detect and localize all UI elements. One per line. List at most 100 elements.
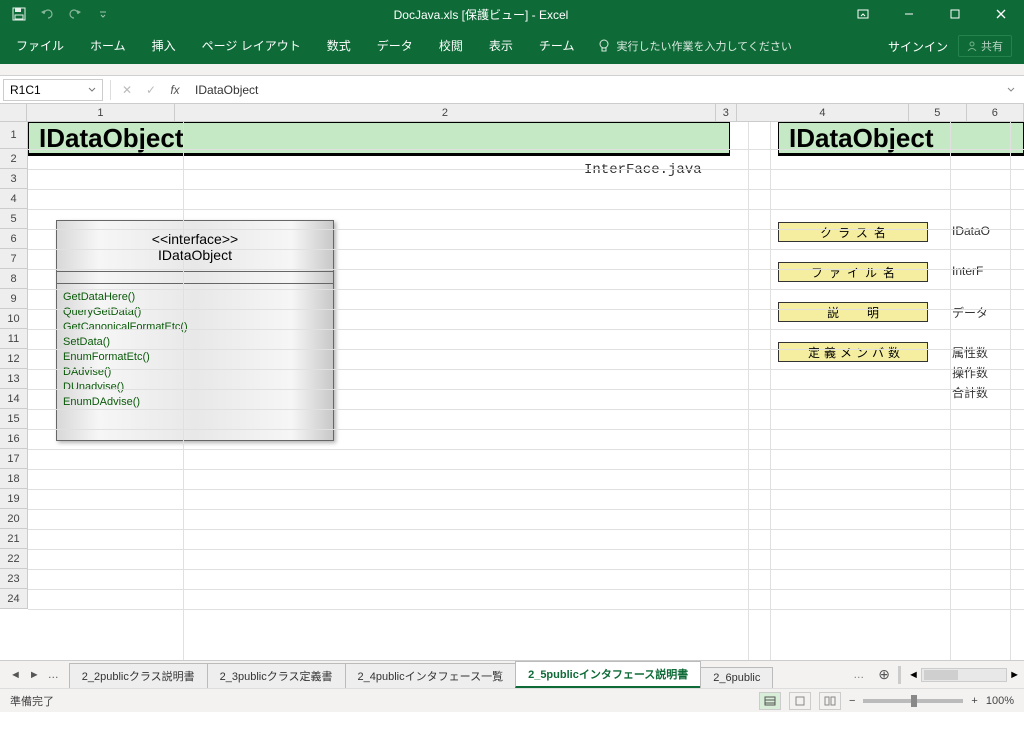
sheet-tabs-bar: ◄ ► … 2_2publicクラス説明書2_3publicクラス定義書2_4p… [0, 660, 1024, 688]
cancel-formula-icon[interactable]: ✕ [115, 83, 139, 97]
ribbon-divider [0, 64, 1024, 76]
row-header[interactable]: 16 [0, 429, 27, 449]
view-normal-icon[interactable] [759, 692, 781, 710]
sheet-tabs: 2_2publicクラス説明書2_3publicクラス定義書2_4publicイ… [69, 661, 847, 688]
zoom-out-icon[interactable]: − [849, 695, 855, 707]
nav-more-icon[interactable]: … [48, 669, 59, 681]
redo-icon[interactable] [62, 2, 88, 26]
signin-link[interactable]: サインイン [888, 38, 948, 55]
row-header[interactable]: 10 [0, 309, 27, 329]
row-header[interactable]: 9 [0, 289, 27, 309]
scroll-thumb[interactable] [924, 670, 958, 680]
row-headers: 123456789101112131415161718192021222324 [0, 122, 28, 609]
tab-data[interactable]: データ [365, 33, 425, 60]
scroll-track[interactable] [921, 668, 1007, 682]
share-button[interactable]: 共有 [958, 35, 1012, 57]
row-header[interactable]: 1 [0, 122, 27, 149]
row-header[interactable]: 11 [0, 329, 27, 349]
column-header[interactable]: 5 [909, 104, 966, 121]
horizontal-scrollbar[interactable]: ◄ ► [904, 668, 1024, 682]
sheet-tab[interactable]: 2_5publicインタフェース説明書 [515, 661, 701, 688]
scroll-right-icon[interactable]: ► [1009, 669, 1020, 681]
field-value-description: データ [952, 304, 988, 321]
title-bar: DocJava.xls [保護ビュー] - Excel [0, 0, 1024, 28]
subtitle-filename: InterFace.java [584, 162, 702, 178]
cells-area[interactable]: IDataObject IDataObject InterFace.java <… [28, 122, 1024, 660]
view-pagebreak-icon[interactable] [819, 692, 841, 710]
row-header[interactable]: 22 [0, 549, 27, 569]
column-header[interactable]: 2 [175, 104, 716, 121]
uml-attributes [57, 272, 333, 284]
new-sheet-icon[interactable]: ⊕ [870, 666, 898, 683]
field-label-membercount: 定義メンバ数 [778, 342, 928, 362]
person-icon [967, 41, 977, 51]
tab-insert[interactable]: 挿入 [140, 33, 188, 60]
column-header[interactable]: 1 [27, 104, 175, 121]
column-header[interactable]: 4 [737, 104, 909, 121]
sheet-more-icon[interactable]: … [847, 669, 870, 681]
nav-prev-icon[interactable]: ◄ [10, 669, 21, 681]
row-header[interactable]: 12 [0, 349, 27, 369]
zoom-slider[interactable] [863, 699, 963, 703]
row-header[interactable]: 13 [0, 369, 27, 389]
field-value-classname: IDataO [952, 224, 990, 238]
tab-file[interactable]: ファイル [4, 33, 76, 60]
sheet-tab[interactable]: 2_3publicクラス定義書 [207, 663, 346, 688]
row-header[interactable]: 21 [0, 529, 27, 549]
ribbon-options-icon[interactable] [840, 0, 886, 28]
row-header[interactable]: 18 [0, 469, 27, 489]
name-box[interactable]: R1C1 [3, 79, 103, 101]
tab-formulas[interactable]: 数式 [315, 33, 363, 60]
qat-dropdown-icon[interactable] [90, 2, 116, 26]
row-header[interactable]: 20 [0, 509, 27, 529]
row-header[interactable]: 2 [0, 149, 27, 169]
row-header[interactable]: 4 [0, 189, 27, 209]
zoom-in-icon[interactable]: + [971, 695, 977, 707]
enter-formula-icon[interactable]: ✓ [139, 83, 163, 97]
row-header[interactable]: 15 [0, 409, 27, 429]
worksheet-grid[interactable]: 123456 123456789101112131415161718192021… [0, 104, 1024, 660]
zoom-level[interactable]: 100% [986, 695, 1014, 707]
sheet-tab[interactable]: 2_4publicインタフェース一覧 [345, 663, 517, 688]
select-all-corner[interactable] [0, 104, 27, 121]
tab-view[interactable]: 表示 [477, 33, 525, 60]
row-header[interactable]: 7 [0, 249, 27, 269]
close-button[interactable] [978, 0, 1024, 28]
row-header[interactable]: 24 [0, 589, 27, 609]
column-header[interactable]: 3 [716, 104, 737, 121]
status-text: 準備完了 [10, 693, 54, 709]
scroll-left-icon[interactable]: ◄ [908, 669, 919, 681]
row-header[interactable]: 23 [0, 569, 27, 589]
sheet-tab[interactable]: 2_2publicクラス説明書 [69, 663, 208, 688]
row-header[interactable]: 19 [0, 489, 27, 509]
minimize-button[interactable] [886, 0, 932, 28]
tab-pagelayout[interactable]: ページ レイアウト [190, 33, 313, 60]
row-header[interactable]: 6 [0, 229, 27, 249]
expand-formula-icon[interactable] [1006, 85, 1016, 95]
zoom-thumb[interactable] [911, 695, 917, 707]
tab-team[interactable]: チーム [527, 33, 587, 60]
tab-review[interactable]: 校閲 [427, 33, 475, 60]
save-icon[interactable] [6, 2, 32, 26]
nav-next-icon[interactable]: ► [29, 669, 40, 681]
sheet-tab[interactable]: 2_6public [700, 667, 773, 688]
view-pagelayout-icon[interactable] [789, 692, 811, 710]
row-header[interactable]: 14 [0, 389, 27, 409]
fx-icon[interactable]: fx [163, 83, 187, 97]
row-header[interactable]: 3 [0, 169, 27, 189]
lightbulb-icon [598, 39, 610, 53]
field-label-filename: ファイル名 [778, 262, 928, 282]
undo-icon[interactable] [34, 2, 60, 26]
maximize-button[interactable] [932, 0, 978, 28]
row-header[interactable]: 17 [0, 449, 27, 469]
formula-input[interactable]: IDataObject [187, 83, 1024, 97]
row-header[interactable]: 5 [0, 209, 27, 229]
column-header[interactable]: 6 [967, 104, 1024, 121]
field-label-classname: クラス名 [778, 222, 928, 242]
chevron-down-icon[interactable] [88, 87, 96, 93]
formula-bar: R1C1 ✕ ✓ fx IDataObject [0, 76, 1024, 104]
sheet-nav[interactable]: ◄ ► … [0, 669, 69, 681]
tab-home[interactable]: ホーム [78, 33, 138, 60]
tell-me-search[interactable]: 実行したい作業を入力してください [588, 38, 801, 54]
row-header[interactable]: 8 [0, 269, 27, 289]
